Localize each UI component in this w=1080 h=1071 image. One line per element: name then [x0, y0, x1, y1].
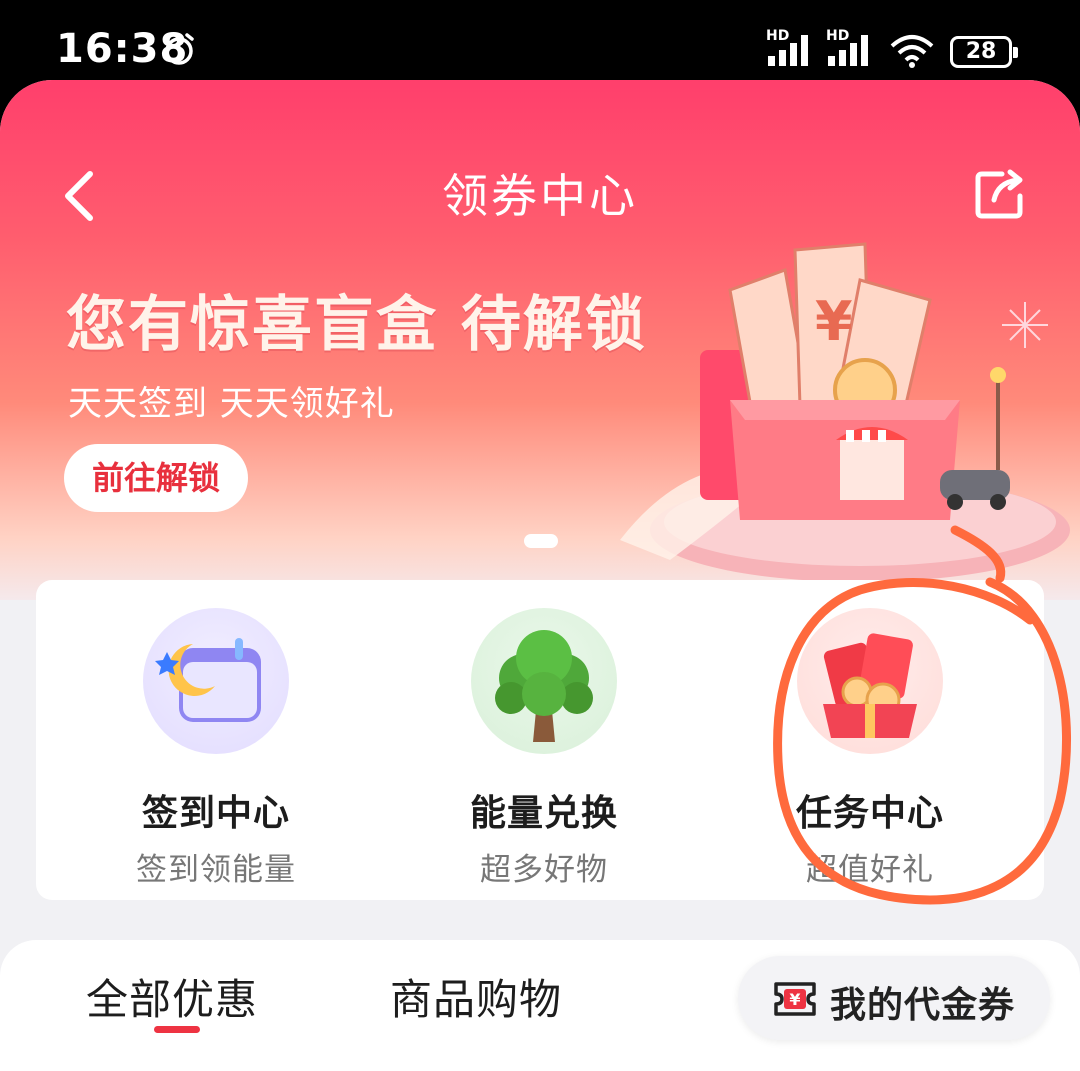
- status-bar: 16:38 HD HD 28: [0, 0, 1080, 90]
- banner-headline: 您有惊喜盲盒 待解锁: [66, 290, 647, 360]
- entry-subtitle: 签到领能量: [136, 852, 296, 888]
- share-icon[interactable]: [972, 166, 1028, 222]
- entry-subtitle: 超多好物: [480, 852, 608, 888]
- alarm-icon: [164, 33, 194, 65]
- entry-energy-exchange[interactable]: 能量兑换 超多好物: [424, 608, 664, 889]
- banner-page-indicator: [524, 534, 558, 548]
- unlock-button[interactable]: 前往解锁: [64, 444, 248, 512]
- active-tab-indicator: [154, 1026, 200, 1033]
- my-vouchers-button[interactable]: ¥ 我的代金券: [738, 956, 1050, 1040]
- banner-subline: 天天签到 天天领好礼: [68, 384, 395, 424]
- red-envelope-gift-icon: [797, 608, 943, 754]
- entry-subtitle: 超值好礼: [806, 852, 934, 888]
- coupon-center-page: 领券中心 您有惊喜盲盒 待解锁 天天签到 天天领好礼 前往解锁 ¥ 签到中心 签…: [0, 80, 1080, 1071]
- battery-indicator: 28: [950, 36, 1018, 68]
- moon-calendar-icon: [143, 608, 289, 754]
- entry-task-center[interactable]: 任务中心 超值好礼: [750, 608, 990, 889]
- tab-shopping[interactable]: 商品购物: [390, 966, 562, 1027]
- my-vouchers-label: 我的代金券: [830, 985, 1016, 1026]
- feature-entries-card: 签到中心 签到领能量 能量兑换 超多好物 任务中心 超值好礼: [36, 580, 1044, 900]
- cell-signal-icon: HD: [826, 28, 876, 68]
- entry-title: 签到中心: [141, 793, 290, 834]
- entry-title: 任务中心: [795, 793, 944, 834]
- blind-box-illustration: ¥: [620, 242, 1070, 582]
- tab-all-offers[interactable]: 全部优惠: [86, 966, 258, 1027]
- svg-text:¥: ¥: [789, 990, 800, 1009]
- voucher-icon: ¥: [774, 982, 816, 1016]
- tree-icon: [471, 608, 617, 754]
- page-title: 领券中心: [442, 169, 638, 223]
- wifi-icon: [890, 35, 934, 68]
- entry-sign-in-center[interactable]: 签到中心 签到领能量: [96, 608, 336, 889]
- entry-title: 能量兑换: [469, 793, 618, 834]
- cell-signal-icon: HD: [766, 28, 816, 68]
- coupon-tabs: 全部优惠 商品购物 ¥ 我的代金券: [0, 940, 1080, 1071]
- svg-text:¥: ¥: [815, 290, 853, 353]
- promo-banner[interactable]: 领券中心 您有惊喜盲盒 待解锁 天天签到 天天领好礼 前往解锁 ¥: [0, 80, 1080, 600]
